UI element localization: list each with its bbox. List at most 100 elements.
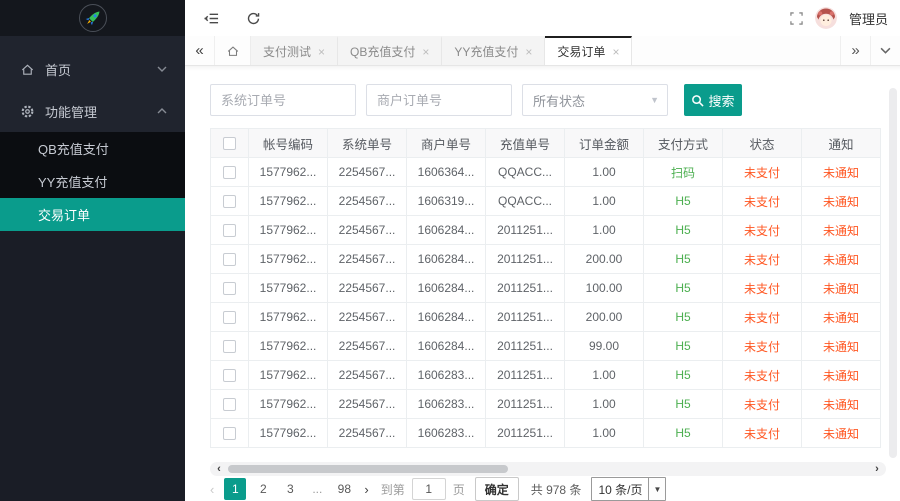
select-all-checkbox[interactable] [223, 137, 236, 150]
cell-notify: 未通知 [802, 158, 881, 187]
table-body: 1577962... 2254567... 1606364... QQACC..… [211, 158, 881, 448]
scroll-right-icon[interactable]: › [870, 462, 884, 476]
tab-QB充值支付[interactable]: QB充值支付 × [338, 36, 442, 65]
cell-recharge-no: 2011251... [486, 390, 565, 419]
tab-YY充值支付[interactable]: YY充值支付× [442, 36, 545, 65]
page-button-3[interactable]: 3 [280, 478, 300, 500]
row-checkbox[interactable] [223, 311, 236, 324]
cell-recharge-no: QQACC... [486, 187, 565, 216]
cell-status: 未支付 [723, 361, 802, 390]
cell-status: 未支付 [723, 216, 802, 245]
home-icon [20, 62, 35, 77]
cell-recharge-no: 2011251... [486, 419, 565, 448]
horizontal-scrollbar-thumb[interactable] [228, 465, 508, 473]
col-header-method: 支付方式 [644, 129, 723, 158]
logo-area [0, 0, 185, 36]
rocket-logo-icon[interactable] [79, 4, 107, 32]
search-button[interactable]: 搜索 [684, 84, 742, 116]
status-select[interactable]: 所有状态 ▼ [522, 84, 668, 116]
sidebar: 首页 功能管理 QB充值支付YY充值支付交易订单 [0, 0, 185, 501]
cell-recharge-no: 2011251... [486, 245, 565, 274]
page-number-list: 123...98 [224, 478, 361, 500]
row-checkbox[interactable] [223, 398, 236, 411]
row-checkbox[interactable] [223, 253, 236, 266]
horizontal-scrollbar[interactable]: ‹ › [210, 462, 886, 476]
cell-merchant-no: 1606284... [407, 245, 486, 274]
close-icon[interactable]: × [612, 46, 619, 58]
tab-支付测试[interactable]: 支付测试× [251, 36, 338, 65]
cell-amount: 1.00 [565, 187, 644, 216]
sidebar-submenu: QB充值支付YY充值支付交易订单 [0, 132, 185, 231]
collapse-sidebar-icon[interactable] [203, 11, 220, 26]
close-icon[interactable]: × [525, 46, 532, 58]
filter-bar: 所有状态 ▼ 搜索 [210, 84, 742, 116]
sidebar-item-function-management[interactable]: 功能管理 [0, 90, 185, 132]
cell-status: 未支付 [723, 390, 802, 419]
tab-label: 交易订单 [557, 43, 605, 60]
avatar[interactable] [815, 7, 837, 29]
prev-page-button[interactable]: ‹ [210, 482, 214, 497]
cell-system-no: 2254567... [328, 303, 407, 332]
col-header-recharge-no: 充值单号 [486, 129, 565, 158]
close-icon[interactable]: × [422, 46, 429, 58]
scroll-left-icon[interactable]: ‹ [212, 462, 226, 476]
sidebar-item-label: 功能管理 [45, 102, 97, 121]
sidebar-subitem-QB充值支付[interactable]: QB充值支付 [0, 132, 185, 165]
row-checkbox[interactable] [223, 224, 236, 237]
select-all-cell [211, 129, 249, 158]
row-checkbox[interactable] [223, 166, 236, 179]
cell-pay-method: 扫码 [644, 158, 723, 187]
cell-status: 未支付 [723, 303, 802, 332]
fullscreen-icon[interactable] [790, 12, 803, 25]
sidebar-subitem-YY充值支付[interactable]: YY充值支付 [0, 165, 185, 198]
chevron-down-icon: ▼ [650, 95, 659, 105]
search-icon [691, 94, 704, 107]
tab-home[interactable] [215, 36, 251, 65]
scroll-tabs-left-button[interactable]: « [185, 36, 215, 65]
cell-system-no: 2254567... [328, 332, 407, 361]
vertical-scrollbar-thumb[interactable] [889, 88, 897, 458]
cell-notify: 未通知 [802, 303, 881, 332]
search-button-label: 搜索 [708, 91, 734, 110]
pagination-bar: ‹ 123...98 › 到第 页 确定 共 978 条 10 条/页 ▼ [210, 478, 666, 500]
close-icon[interactable]: × [318, 46, 325, 58]
table-row: 1577962... 2254567... 1606364... QQACC..… [211, 158, 881, 187]
cell-pay-method: H5 [644, 361, 723, 390]
tab-交易订单[interactable]: 交易订单 × [545, 36, 632, 65]
page-size-select[interactable]: 10 条/页 ▼ [591, 477, 666, 501]
tab-label: QB充值支付 [350, 43, 415, 60]
cell-notify: 未通知 [802, 245, 881, 274]
page-button-98[interactable]: 98 [334, 478, 354, 500]
refresh-icon[interactable] [246, 11, 261, 26]
cell-amount: 100.00 [565, 274, 644, 303]
next-page-button[interactable]: › [364, 482, 368, 497]
row-checkbox[interactable] [223, 369, 236, 382]
page-button-1[interactable]: 1 [224, 478, 246, 500]
tabbar-right-controls: » [840, 36, 900, 65]
row-checkbox[interactable] [223, 340, 236, 353]
cell-notify: 未通知 [802, 390, 881, 419]
username[interactable]: 管理员 [849, 9, 888, 28]
col-header-status: 状态 [723, 129, 802, 158]
system-order-input[interactable] [210, 84, 356, 116]
page-button-2[interactable]: 2 [253, 478, 273, 500]
tab-operations-dropdown[interactable] [870, 36, 900, 65]
goto-page-input[interactable] [412, 478, 446, 500]
app-window: 首页 功能管理 QB充值支付YY充值支付交易订单 [0, 0, 900, 501]
table-row: 1577962... 2254567... 1606283... 2011251… [211, 361, 881, 390]
tab-list: 支付测试×QB充值支付×YY充值支付×交易订单× [251, 36, 632, 65]
merchant-order-input[interactable] [366, 84, 512, 116]
row-checkbox[interactable] [223, 427, 236, 440]
row-checkbox[interactable] [223, 282, 236, 295]
sidebar-subitem-交易订单[interactable]: 交易订单 [0, 198, 185, 231]
cell-status: 未支付 [723, 245, 802, 274]
cell-merchant-no: 1606319... [407, 187, 486, 216]
gear-icon [20, 104, 35, 119]
row-checkbox[interactable] [223, 195, 236, 208]
cell-account: 1577962... [249, 303, 328, 332]
sidebar-filler [0, 231, 185, 501]
sidebar-item-home[interactable]: 首页 [0, 48, 185, 90]
scroll-tabs-right-button[interactable]: » [840, 36, 870, 65]
confirm-button[interactable]: 确定 [475, 477, 519, 501]
table-row: 1577962... 2254567... 1606284... 2011251… [211, 332, 881, 361]
